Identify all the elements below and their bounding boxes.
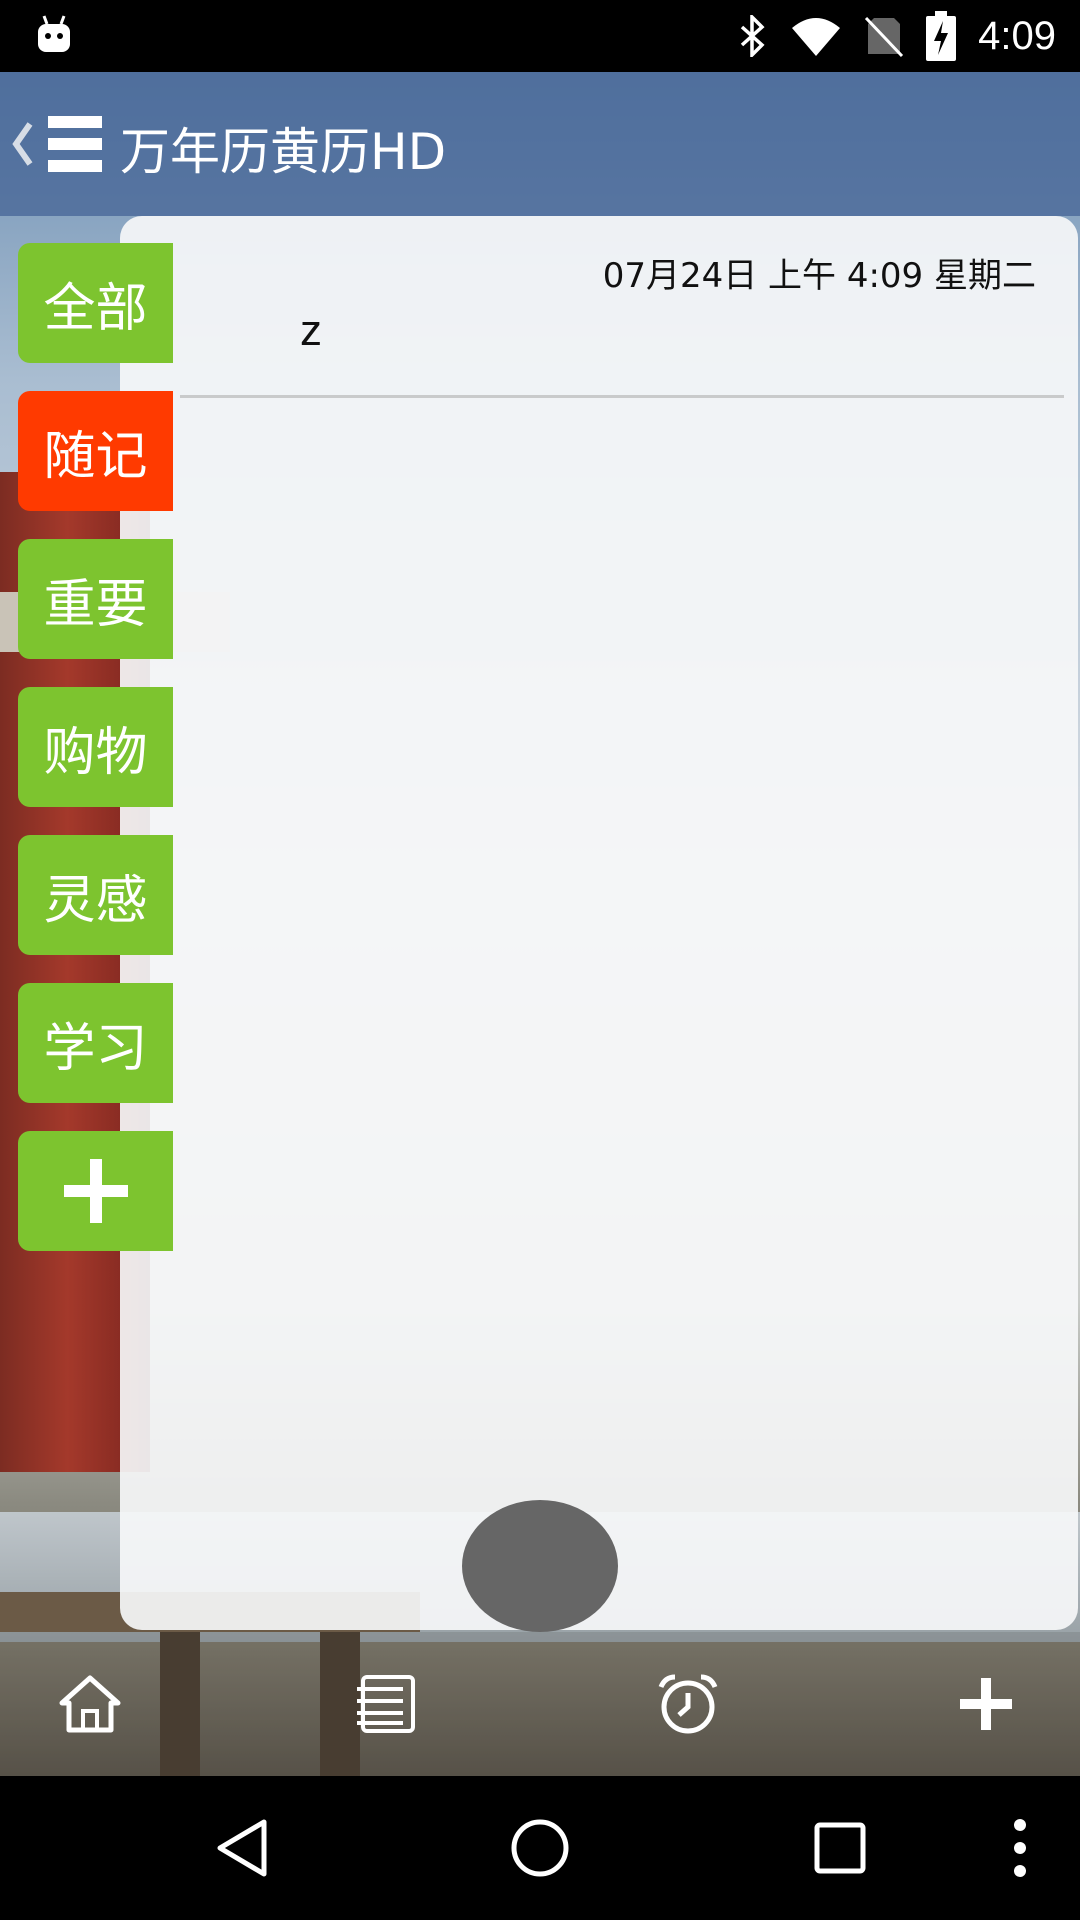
home-circle-icon bbox=[511, 1819, 569, 1877]
category-label: 购物 bbox=[43, 722, 148, 783]
navigation-bar bbox=[0, 1776, 1080, 1920]
note-text: z bbox=[300, 306, 322, 355]
list-button[interactable] bbox=[326, 1632, 446, 1776]
back-icon bbox=[217, 1819, 267, 1877]
nav-back-button[interactable] bbox=[182, 1776, 302, 1920]
status-time: 4:09 bbox=[978, 13, 1056, 58]
no-sim-icon bbox=[865, 16, 904, 58]
app-title: 万年历黄历HD bbox=[120, 123, 447, 181]
add-note-button[interactable] bbox=[926, 1632, 1046, 1776]
screen: 4:09 万年历黄历HD 07月24日 上午 4:09 星期二 z 全部 随记 … bbox=[0, 0, 1080, 1920]
category-tab-important[interactable]: 重要 bbox=[18, 539, 173, 659]
android-debug-icon bbox=[38, 15, 70, 52]
category-label: 全部 bbox=[43, 278, 148, 339]
notes-panel: 07月24日 上午 4:09 星期二 z bbox=[120, 216, 1078, 1632]
category-label: 随记 bbox=[43, 426, 148, 487]
add-category-button[interactable] bbox=[18, 1131, 173, 1251]
home-button[interactable] bbox=[30, 1632, 150, 1776]
battery-charging-icon bbox=[926, 11, 957, 61]
bottom-toolbar bbox=[0, 1632, 1080, 1776]
nav-more-button[interactable] bbox=[960, 1776, 1080, 1920]
note-list-item[interactable]: 07月24日 上午 4:09 星期二 z bbox=[180, 216, 1064, 396]
floating-action-button[interactable] bbox=[462, 1500, 618, 1632]
alarm-clock-icon bbox=[658, 1674, 718, 1734]
title-bar: 万年历黄历HD bbox=[0, 72, 1080, 216]
note-date: 07月24日 上午 4:09 星期二 bbox=[602, 256, 1036, 296]
home-icon bbox=[59, 1675, 121, 1733]
category-tab-shopping[interactable]: 购物 bbox=[18, 687, 173, 807]
status-bar: 4:09 bbox=[0, 0, 1080, 72]
nav-recents-button[interactable] bbox=[780, 1776, 900, 1920]
menu-icon[interactable] bbox=[48, 114, 102, 174]
category-tab-all[interactable]: 全部 bbox=[18, 243, 173, 363]
nav-home-button[interactable] bbox=[480, 1776, 600, 1920]
plus-icon bbox=[63, 1159, 128, 1223]
list-icon bbox=[357, 1675, 415, 1733]
plus-icon bbox=[960, 1678, 1012, 1730]
category-tab-study[interactable]: 学习 bbox=[18, 983, 173, 1103]
bluetooth-icon bbox=[740, 15, 765, 57]
category-label: 学习 bbox=[43, 1018, 148, 1079]
wifi-icon bbox=[792, 18, 841, 56]
recents-icon bbox=[814, 1822, 866, 1874]
more-vert-icon bbox=[1014, 1819, 1026, 1877]
status-icons: 4:09 bbox=[738, 0, 1056, 72]
category-tab-memo[interactable]: 随记 bbox=[18, 391, 173, 511]
back-chevron-icon[interactable] bbox=[10, 120, 36, 168]
alarm-button[interactable] bbox=[628, 1632, 748, 1776]
category-tab-inspiration[interactable]: 灵感 bbox=[18, 835, 173, 955]
category-label: 灵感 bbox=[43, 870, 148, 931]
note-divider bbox=[180, 395, 1064, 398]
category-label: 重要 bbox=[43, 574, 148, 635]
